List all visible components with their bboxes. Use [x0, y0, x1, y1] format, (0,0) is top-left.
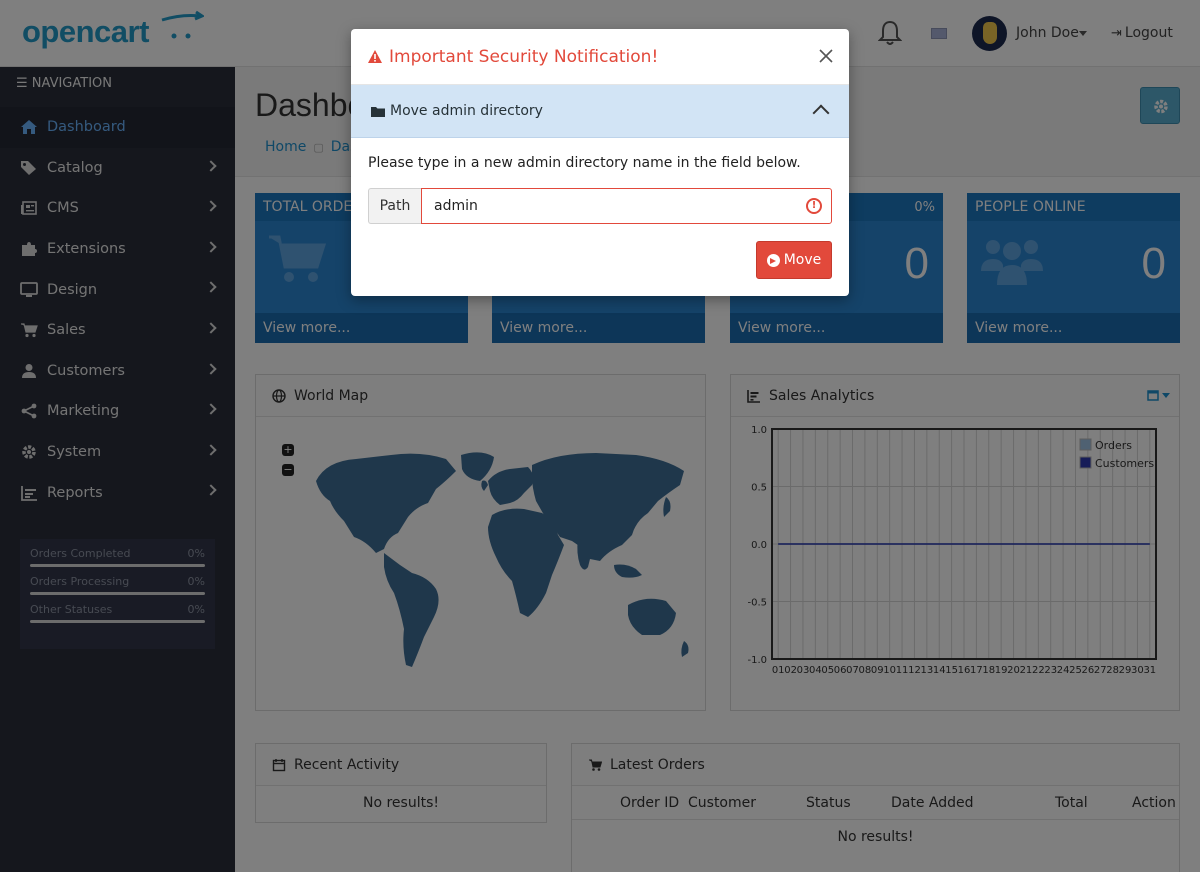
close-icon[interactable]	[817, 47, 835, 65]
modal-title: Important Security Notification!	[389, 46, 659, 67]
accordion-move-admin[interactable]: Move admin directory	[351, 85, 849, 138]
chevron-up-icon	[812, 104, 830, 122]
path-input[interactable]	[421, 188, 832, 224]
arrow-circle-right-icon	[766, 253, 780, 267]
path-input-group: Path !	[368, 188, 832, 224]
path-label: Path	[368, 188, 421, 224]
modal-body: Please type in a new admin directory nam…	[351, 138, 849, 241]
move-button[interactable]: Move	[756, 241, 832, 279]
modal-header: Important Security Notification!	[351, 29, 849, 85]
accordion-title: Move admin directory	[390, 103, 543, 119]
move-button-label: Move	[783, 252, 822, 268]
folder-icon	[371, 106, 385, 117]
error-icon: !	[806, 198, 822, 214]
modal-description: Please type in a new admin directory nam…	[368, 155, 801, 171]
security-modal: Important Security Notification! Move ad…	[351, 29, 849, 296]
warning-icon	[368, 50, 382, 63]
